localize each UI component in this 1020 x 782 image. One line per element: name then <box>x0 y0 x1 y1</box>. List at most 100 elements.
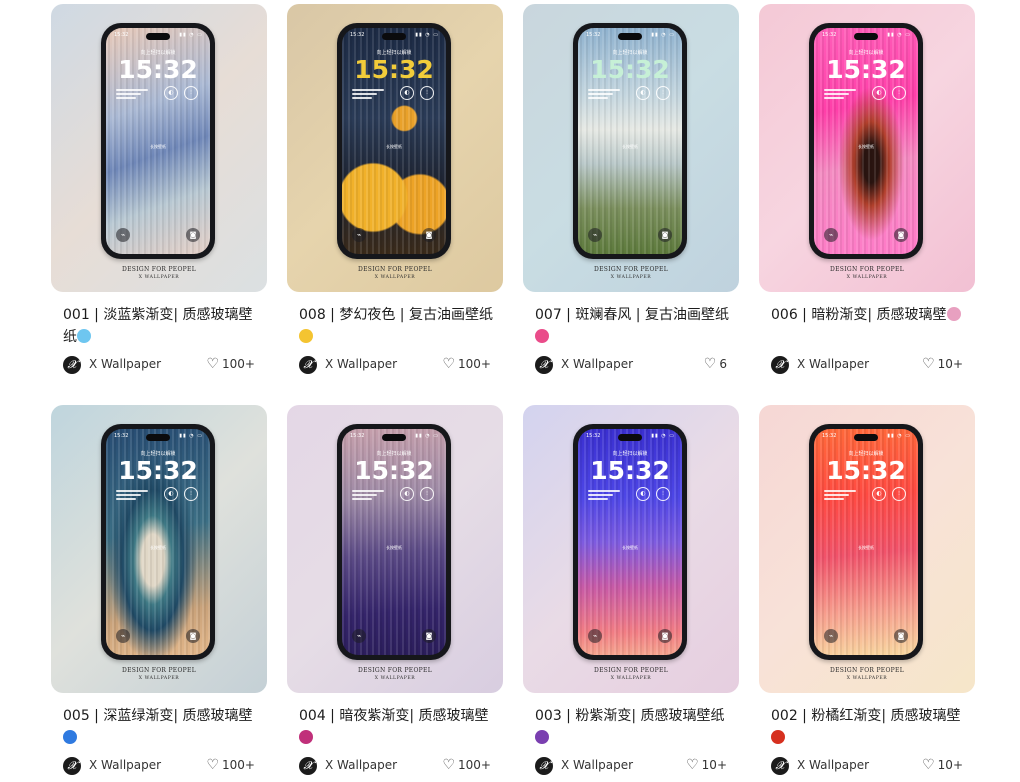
author-avatar[interactable]: 𝓧 <box>771 757 789 775</box>
like-button[interactable]: ♡ 100+ <box>206 356 255 372</box>
card-title[interactable]: 003 | 粉紫渐变| 质感玻璃壁纸 <box>535 705 733 749</box>
lock-clock: 15:32 <box>826 55 906 84</box>
wallpaper-thumbnail[interactable]: 15:32 ▮▮ ◔ ▭ 向上轻扫以解锁 15:32 ◐ ⫶ 长按壁纸 ⌁ ◙ … <box>523 405 739 693</box>
author-avatar[interactable]: 𝓧 <box>63 757 81 775</box>
like-button[interactable]: ♡ 10+ <box>922 757 963 773</box>
phone-screen: 15:32 ▮▮ ◔ ▭ 向上轻扫以解锁 15:32 ◐ ⫶ 长按壁纸 ⌁ ◙ <box>106 429 210 655</box>
author-name[interactable]: X Wallpaper <box>325 357 397 371</box>
flashlight-icon: ⌁ <box>116 629 130 643</box>
lockscreen-widgets: ◐ ⫶ <box>352 487 436 503</box>
author-avatar[interactable]: 𝓧 <box>535 356 553 374</box>
wallpaper-card[interactable]: 15:32 ▮▮ ◔ ▭ 向上轻扫以解锁 15:32 ◐ ⫶ 长按壁纸 ⌁ ◙ … <box>523 405 739 775</box>
status-time: 15:32 <box>586 433 601 439</box>
author-avatar[interactable]: 𝓧 <box>299 356 317 374</box>
lock-clock: 15:32 <box>354 55 434 84</box>
heart-icon: ♡ <box>206 757 220 773</box>
camera-icon: ◙ <box>186 629 200 643</box>
brand-line-1: DESIGN FOR PEOPEL <box>358 266 432 273</box>
author-avatar[interactable]: 𝓧 <box>299 757 317 775</box>
phone-mockup: 15:32 ▮▮ ◔ ▭ 向上轻扫以解锁 15:32 ◐ ⫶ 长按壁纸 ⌁ ◙ <box>573 23 687 259</box>
phone-screen: 15:32 ▮▮ ◔ ▭ 向上轻扫以解锁 15:32 ◐ ⫶ 长按壁纸 ⌁ ◙ <box>814 28 918 254</box>
camera-icon: ◙ <box>422 629 436 643</box>
ring-widget-icon: ◐ <box>872 487 886 501</box>
fork-knife-icon: ⫶ <box>892 487 906 501</box>
wallpaper-thumbnail[interactable]: 15:32 ▮▮ ◔ ▭ 向上轻扫以解锁 15:32 ◐ ⫶ 长按壁纸 ⌁ ◙ … <box>523 4 739 292</box>
camera-icon: ◙ <box>186 228 200 242</box>
ring-widget-icon: ◐ <box>164 487 178 501</box>
author-avatar[interactable]: 𝓧 <box>771 356 789 374</box>
card-title[interactable]: 004 | 暗夜紫渐变| 质感玻璃壁 <box>299 705 497 749</box>
card-title[interactable]: 001 | 淡蓝紫渐变| 质感玻璃壁纸 <box>63 304 261 348</box>
card-meta: 𝓧 X Wallpaper ♡ 6 <box>535 356 727 374</box>
like-button[interactable]: ♡ 100+ <box>206 757 255 773</box>
wallpaper-card[interactable]: 15:32 ▮▮ ◔ ▭ 向上轻扫以解锁 15:32 ◐ ⫶ 长按壁纸 ⌁ ◙ … <box>287 4 503 374</box>
brand-caption: DESIGN FOR PEOPEL X WALLPAPER <box>759 266 975 280</box>
brand-caption: DESIGN FOR PEOPEL X WALLPAPER <box>523 266 739 280</box>
wallpaper-card[interactable]: 15:32 ▮▮ ◔ ▭ 向上轻扫以解锁 15:32 ◐ ⫶ 长按壁纸 ⌁ ◙ … <box>51 405 267 775</box>
card-meta: 𝓧 X Wallpaper ♡ 100+ <box>299 356 491 374</box>
title-emoji-icon <box>77 329 91 343</box>
lock-clock: 15:32 <box>826 456 906 485</box>
phone-mockup: 15:32 ▮▮ ◔ ▭ 向上轻扫以解锁 15:32 ◐ ⫶ 长按壁纸 ⌁ ◙ <box>337 424 451 660</box>
author-name[interactable]: X Wallpaper <box>325 758 397 772</box>
status-time: 15:32 <box>114 433 129 439</box>
wallpaper-thumbnail[interactable]: 15:32 ▮▮ ◔ ▭ 向上轻扫以解锁 15:32 ◐ ⫶ 长按壁纸 ⌁ ◙ … <box>287 4 503 292</box>
like-button[interactable]: ♡ 100+ <box>442 757 491 773</box>
card-title[interactable]: 005 | 深蓝绿渐变| 质感玻璃壁 <box>63 705 261 749</box>
card-title-text: 006 | 暗粉渐变| 质感玻璃壁 <box>771 307 947 323</box>
author-avatar[interactable]: 𝓧 <box>535 757 553 775</box>
status-icons: ▮▮ ◔ ▭ <box>651 433 675 439</box>
status-icons: ▮▮ ◔ ▭ <box>887 433 911 439</box>
card-title-text: 008 | 梦幻夜色 | 复古油画壁纸 <box>299 307 493 323</box>
wallpaper-card[interactable]: 15:32 ▮▮ ◔ ▭ 向上轻扫以解锁 15:32 ◐ ⫶ 长按壁纸 ⌁ ◙ … <box>759 4 975 374</box>
lockscreen-widgets: ◐ ⫶ <box>116 487 200 503</box>
brand-caption: DESIGN FOR PEOPEL X WALLPAPER <box>51 667 267 681</box>
author-name[interactable]: X Wallpaper <box>89 758 161 772</box>
dynamic-island <box>854 434 878 441</box>
card-meta: 𝓧 X Wallpaper ♡ 10+ <box>535 757 727 775</box>
author-name[interactable]: X Wallpaper <box>561 357 633 371</box>
battery-widget <box>824 490 860 500</box>
flashlight-icon: ⌁ <box>116 228 130 242</box>
wallpaper-thumbnail[interactable]: 15:32 ▮▮ ◔ ▭ 向上轻扫以解锁 15:32 ◐ ⫶ 长按壁纸 ⌁ ◙ … <box>759 405 975 693</box>
brand-line-1: DESIGN FOR PEOPEL <box>594 266 668 273</box>
author-name[interactable]: X Wallpaper <box>797 758 869 772</box>
author-name[interactable]: X Wallpaper <box>561 758 633 772</box>
ring-widget-icon: ◐ <box>164 86 178 100</box>
battery-widget <box>116 89 152 99</box>
card-title[interactable]: 006 | 暗粉渐变| 质感玻璃壁 <box>771 304 969 348</box>
wallpaper-card[interactable]: 15:32 ▮▮ ◔ ▭ 向上轻扫以解锁 15:32 ◐ ⫶ 长按壁纸 ⌁ ◙ … <box>523 4 739 374</box>
author-name[interactable]: X Wallpaper <box>797 357 869 371</box>
card-title[interactable]: 002 | 粉橘红渐变| 质感玻璃壁 <box>771 705 969 749</box>
card-title[interactable]: 008 | 梦幻夜色 | 复古油画壁纸 <box>299 304 497 348</box>
lockscreen-widgets: ◐ ⫶ <box>352 86 436 102</box>
card-title[interactable]: 007 | 斑斓春风 | 复古油画壁纸 <box>535 304 733 348</box>
wallpaper-thumbnail[interactable]: 15:32 ▮▮ ◔ ▭ 向上轻扫以解锁 15:32 ◐ ⫶ 长按壁纸 ⌁ ◙ … <box>51 405 267 693</box>
author-avatar[interactable]: 𝓧 <box>63 356 81 374</box>
ring-widget-icon: ◐ <box>400 487 414 501</box>
flashlight-icon: ⌁ <box>824 228 838 242</box>
heart-icon: ♡ <box>442 356 456 372</box>
like-count: 10+ <box>937 758 963 772</box>
card-title-text: 007 | 斑斓春风 | 复古油画壁纸 <box>535 307 729 323</box>
wallpaper-card[interactable]: 15:32 ▮▮ ◔ ▭ 向上轻扫以解锁 15:32 ◐ ⫶ 长按壁纸 ⌁ ◙ … <box>51 4 267 374</box>
wallpaper-hint: 长按壁纸 <box>622 144 638 149</box>
card-title-text: 001 | 淡蓝紫渐变| 质感玻璃壁纸 <box>63 307 253 345</box>
flashlight-icon: ⌁ <box>824 629 838 643</box>
wallpaper-thumbnail[interactable]: 15:32 ▮▮ ◔ ▭ 向上轻扫以解锁 15:32 ◐ ⫶ 长按壁纸 ⌁ ◙ … <box>287 405 503 693</box>
wallpaper-thumbnail[interactable]: 15:32 ▮▮ ◔ ▭ 向上轻扫以解锁 15:32 ◐ ⫶ 长按壁纸 ⌁ ◙ … <box>51 4 267 292</box>
wallpaper-card[interactable]: 15:32 ▮▮ ◔ ▭ 向上轻扫以解锁 15:32 ◐ ⫶ 长按壁纸 ⌁ ◙ … <box>759 405 975 775</box>
like-button[interactable]: ♡ 6 <box>704 356 727 372</box>
like-button[interactable]: ♡ 10+ <box>686 757 727 773</box>
phone-mockup: 15:32 ▮▮ ◔ ▭ 向上轻扫以解锁 15:32 ◐ ⫶ 长按壁纸 ⌁ ◙ <box>573 424 687 660</box>
wallpaper-thumbnail[interactable]: 15:32 ▮▮ ◔ ▭ 向上轻扫以解锁 15:32 ◐ ⫶ 长按壁纸 ⌁ ◙ … <box>759 4 975 292</box>
like-button[interactable]: ♡ 100+ <box>442 356 491 372</box>
title-emoji-icon <box>535 730 549 744</box>
author-name[interactable]: X Wallpaper <box>89 357 161 371</box>
camera-icon: ◙ <box>658 629 672 643</box>
like-button[interactable]: ♡ 10+ <box>922 356 963 372</box>
wallpaper-card[interactable]: 15:32 ▮▮ ◔ ▭ 向上轻扫以解锁 15:32 ◐ ⫶ 长按壁纸 ⌁ ◙ … <box>287 405 503 775</box>
title-emoji-icon <box>771 730 785 744</box>
fork-knife-icon: ⫶ <box>892 86 906 100</box>
brand-caption: DESIGN FOR PEOPEL X WALLPAPER <box>287 266 503 280</box>
